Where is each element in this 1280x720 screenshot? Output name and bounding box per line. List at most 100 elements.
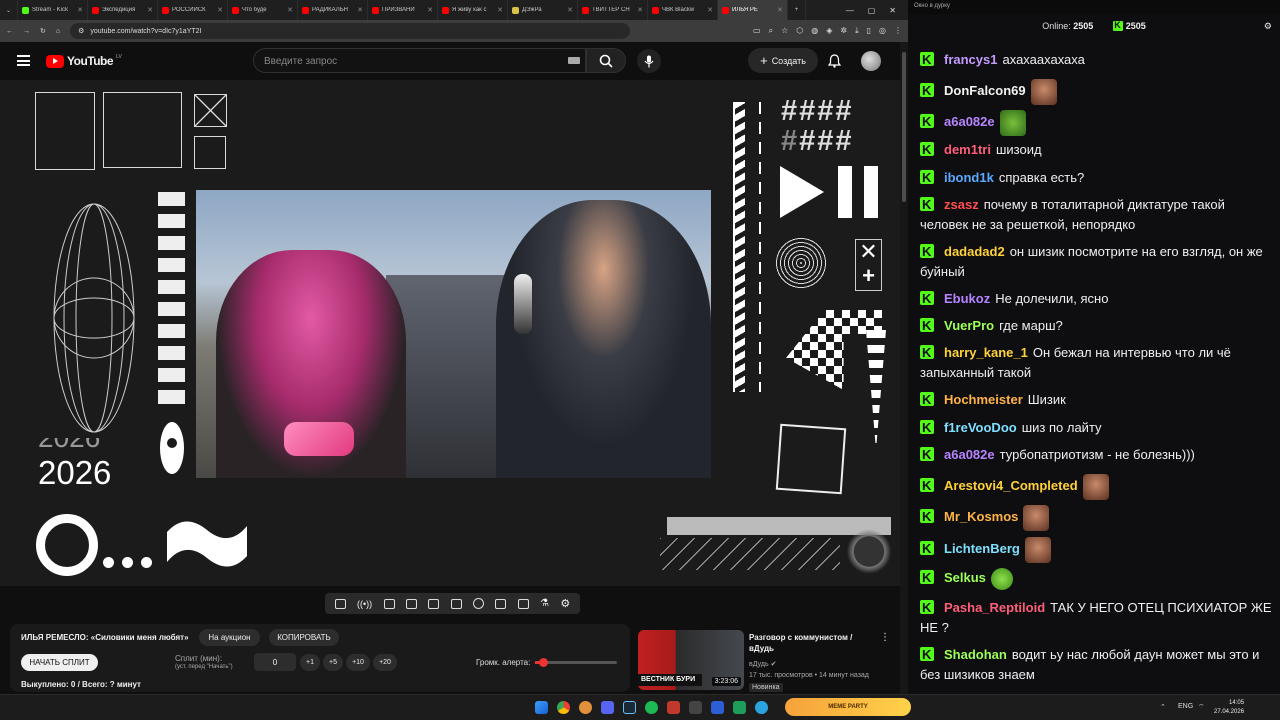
tab-close-icon[interactable]: ✕ [707,6,713,14]
app-icon[interactable] [579,701,592,714]
loop-icon[interactable] [334,598,346,609]
close-icon[interactable]: ✕ [889,6,896,15]
search-input[interactable]: Введите запрос [253,48,586,73]
browser-tab[interactable]: ИЛЬЯ РЕ ✕ [718,0,788,20]
sidebar-icon[interactable]: ▯ [867,26,871,36]
notifications-bell-icon[interactable] [827,54,842,73]
camera-icon[interactable] [383,598,395,609]
browser-tab[interactable]: Stream - Kick ✕ [18,0,88,20]
video-player[interactable]: 2026 2026 #### #### ✕ + [0,80,900,586]
extension-icon[interactable]: ◈ [826,26,832,36]
start-split-button[interactable]: НАЧАТЬ СПЛИТ [21,654,98,671]
tab-close-icon[interactable]: ✕ [497,6,503,14]
browser-tab[interactable]: ПРИЗВАНИ ✕ [368,0,438,20]
zoom-icon[interactable]: ⌕ [769,26,773,36]
chat-username[interactable]: Pasha_Reptiloid [944,600,1045,615]
browser-tab[interactable]: Что буде ✕ [228,0,298,20]
tab-close-icon[interactable]: ✕ [357,6,363,14]
telegram-icon[interactable] [755,701,768,714]
split-minutes-input[interactable]: 0 [254,653,296,671]
clock[interactable]: 14:05 27.04.2026 [1214,699,1244,717]
settings-icon[interactable]: ⚙ [1264,21,1272,32]
profile-icon[interactable]: ◎ [879,26,886,36]
bookmark-star-icon[interactable]: ☆ [781,26,788,36]
tab-close-icon[interactable]: ✕ [637,6,643,14]
chat-username[interactable]: VuerPro [944,318,994,333]
tab-close-icon[interactable]: ✕ [147,6,153,14]
download-icon[interactable]: ⤓ [855,26,859,36]
clip-icon[interactable] [495,598,507,609]
chat-username[interactable]: dem1tri [944,142,991,157]
more-options-icon[interactable]: ⋮ [880,632,890,643]
copy-button[interactable]: КОПИРОВАТЬ [269,629,339,646]
tab-close-icon[interactable]: ✕ [567,6,573,14]
channel-name[interactable]: вДудь ✔ [749,660,776,668]
extension-icon[interactable]: ⬡ [796,26,803,36]
chat-username[interactable]: a6a082e [944,114,995,129]
scrollbar-thumb[interactable] [902,52,906,202]
tab-close-icon[interactable]: ✕ [287,6,293,14]
chat-username[interactable]: zsasz [944,197,979,212]
chat-username[interactable]: Hochmeister [944,392,1023,407]
browser-tab[interactable]: ТВИТТЕР СН ✕ [578,0,648,20]
puzzle-icon[interactable]: ✲ [840,26,847,36]
hamburger-menu-icon[interactable] [17,55,30,66]
chat-username[interactable]: harry_kane_1 [944,345,1028,360]
chat-username[interactable]: ibond1k [944,170,994,185]
url-field[interactable]: ⚙ youtube.com/watch?v=dIc7y1aYT2I [70,23,631,39]
menu-dots-icon[interactable]: ⋮ [894,26,902,36]
volume-slider[interactable] [535,658,617,667]
minimize-icon[interactable]: — [846,6,854,15]
chat-username[interactable]: francys1 [944,52,997,67]
site-info-icon[interactable]: ⚙ [78,27,84,35]
network-icon[interactable]: ⌔ [1198,703,1205,712]
language-indicator[interactable]: ENG [1178,703,1193,710]
home-icon[interactable]: ⌂ [56,28,60,35]
volume-knob[interactable] [539,658,549,667]
avatar[interactable] [861,51,881,71]
page-scrollbar[interactable] [900,42,908,694]
chat-username[interactable]: dadadad2 [944,244,1005,259]
video-frame[interactable] [196,190,711,478]
step-10-button[interactable]: +10 [346,654,370,671]
chat-username[interactable]: LichtenBerg [944,541,1020,556]
reload-icon[interactable]: ↻ [40,27,46,35]
chat-username[interactable]: Shadohan [944,647,1007,662]
browser-tab[interactable]: ЧВК Blackw ✕ [648,0,718,20]
chat-username[interactable]: Arestovi4_Completed [944,478,1078,493]
discord-icon[interactable] [601,701,614,714]
tab-close-icon[interactable]: ✕ [427,6,433,14]
new-tab-button[interactable]: + [788,0,806,20]
speed-icon[interactable] [472,598,484,609]
voice-search-button[interactable] [637,49,661,73]
browser-tab[interactable]: РАДИКАЛЬН ✕ [298,0,368,20]
app-icon[interactable] [733,701,746,714]
video-thumbnail[interactable]: ВЕСТНИК БУРИ 3:23:06 [638,630,744,690]
chat-username[interactable]: Ebukoz [944,291,990,306]
spotify-icon[interactable] [645,701,658,714]
pip-icon[interactable] [428,598,440,609]
step-5-button[interactable]: +5 [323,654,343,671]
start-icon[interactable] [535,701,548,714]
meme-party-widget[interactable]: MEME PARTY [785,698,911,716]
forward-icon[interactable]: → [23,28,30,35]
tab-close-icon[interactable]: ✕ [217,6,223,14]
keyboard-icon[interactable] [568,57,580,64]
film-icon[interactable] [450,598,462,609]
chat-username[interactable]: Selkus [944,570,986,585]
tray-chevron-icon[interactable]: ⌃ [1160,703,1166,711]
auction-button[interactable]: На аукцион [199,629,260,646]
create-button[interactable]: + Создать [748,48,818,73]
step-20-button[interactable]: +20 [373,654,397,671]
youtube-logo[interactable]: YouTube LV [46,54,122,68]
extension-icon[interactable]: ◍ [811,26,818,36]
maximize-icon[interactable]: ▢ [868,6,876,15]
chat-username[interactable]: DonFalcon69 [944,83,1026,98]
cast-icon[interactable]: ▭ [753,26,761,36]
app-icon[interactable] [711,701,724,714]
chrome-icon[interactable] [557,701,570,714]
browser-tab[interactable]: РОССИЙСК ✕ [158,0,228,20]
app-icon[interactable] [689,701,702,714]
search-button[interactable] [586,48,626,73]
broadcast-icon[interactable]: ((•)) [357,599,372,609]
